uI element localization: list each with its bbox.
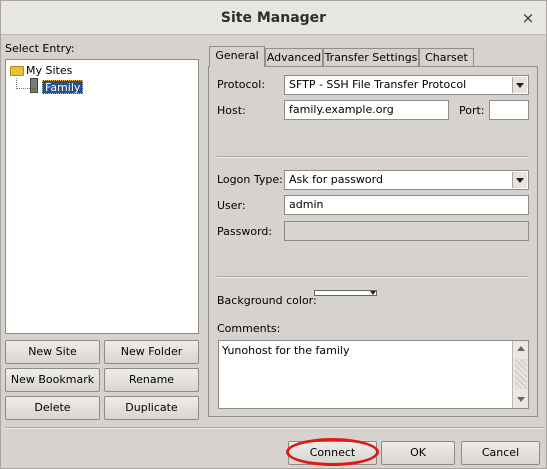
ok-button[interactable]: OK [381,441,455,465]
tab-charset[interactable]: Charset [419,48,474,67]
logon-type-label: Logon Type: [217,173,283,186]
comments-label: Comments: [217,322,281,335]
tab-general[interactable]: General [209,46,265,67]
tree-root-my-sites[interactable]: My Sites [26,64,72,77]
chevron-down-icon[interactable] [512,77,527,93]
host-label: Host: [217,104,246,117]
chevron-down-icon[interactable] [512,172,527,188]
tab-advanced[interactable]: Advanced [265,48,323,67]
connect-button[interactable]: Connect [288,441,377,465]
tab-transfer-settings[interactable]: Transfer Settings [323,48,419,67]
window-title: Site Manager [220,10,327,26]
site-manager-dialog: Site Manager × Select Entry: My Sites Fa… [0,0,547,469]
divider [5,427,544,429]
new-bookmark-button[interactable]: New Bookmark [5,368,100,392]
new-folder-button[interactable]: New Folder [104,340,199,364]
password-label: Password: [217,225,273,238]
scroll-down-icon[interactable] [514,393,528,407]
comments-textarea[interactable]: Yunohost for the family [218,340,529,409]
divider [217,156,529,158]
duplicate-button[interactable]: Duplicate [104,396,199,420]
protocol-label: Protocol: [217,78,266,91]
tree-item-family[interactable]: Family [42,80,84,94]
delete-button[interactable]: Delete [5,396,100,420]
scroll-up-icon[interactable] [514,342,528,356]
title-bar[interactable]: Site Manager × [1,1,546,35]
tree-connector [16,88,30,89]
logon-type-select[interactable]: Ask for password [284,170,529,190]
cancel-button[interactable]: Cancel [461,441,540,465]
user-input[interactable]: admin [284,195,529,215]
host-input[interactable]: family.example.org [284,100,449,120]
server-icon [30,78,38,93]
port-input[interactable] [489,100,529,120]
divider [217,276,529,278]
user-label: User: [217,199,246,212]
comments-text: Yunohost for the family [222,344,350,357]
background-color-label: Background color: [217,294,317,307]
logon-type-value: Ask for password [289,173,383,186]
select-entry-label: Select Entry: [5,42,75,55]
site-tree[interactable]: My Sites Family [5,59,199,334]
rename-button[interactable]: Rename [104,368,199,392]
new-site-button[interactable]: New Site [5,340,100,364]
scroll-track[interactable] [515,359,527,389]
password-input [284,221,529,241]
protocol-select[interactable]: SFTP - SSH File Transfer Protocol [284,75,529,95]
port-label: Port: [459,104,485,117]
background-color-picker[interactable] [314,290,377,296]
comments-scrollbar[interactable] [512,341,528,408]
folder-icon [10,66,24,76]
chevron-down-icon[interactable] [370,291,376,295]
protocol-value: SFTP - SSH File Transfer Protocol [289,78,467,91]
close-icon[interactable]: × [520,10,536,26]
